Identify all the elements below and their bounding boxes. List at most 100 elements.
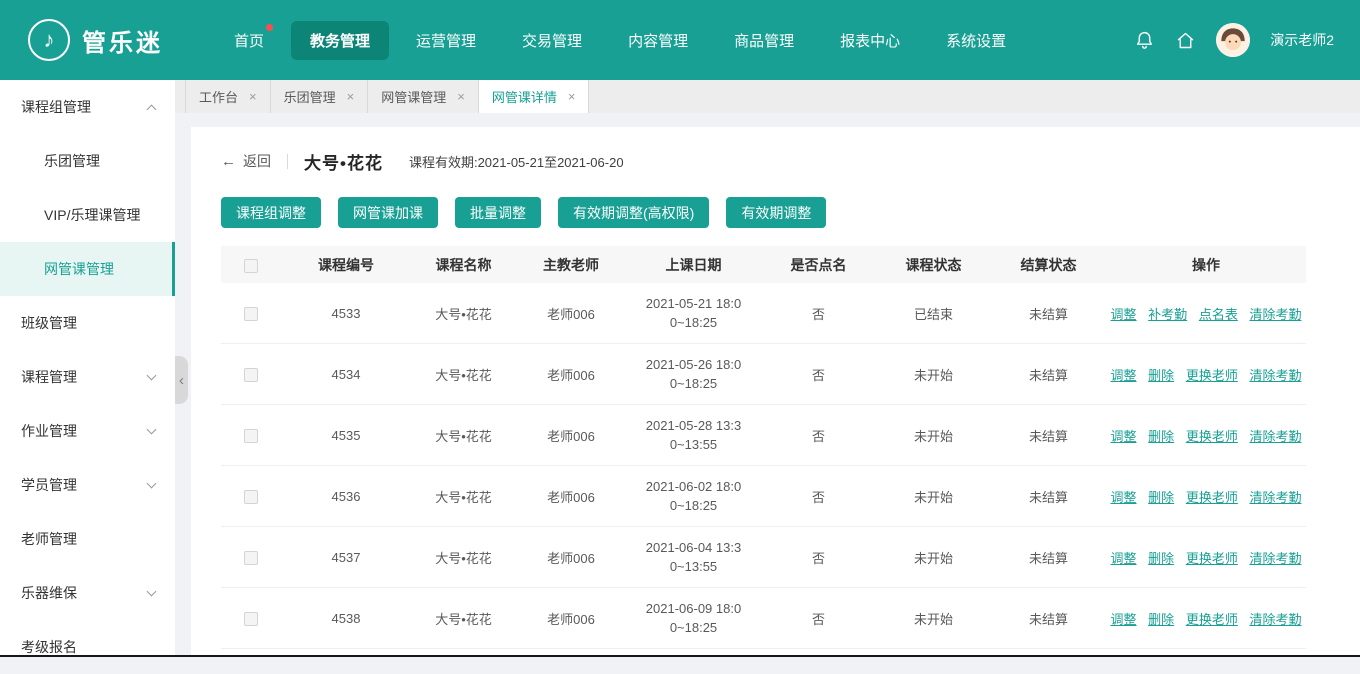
delete-link[interactable]: 删除 xyxy=(1148,368,1174,383)
cell-course-id: 4537 xyxy=(281,550,411,565)
date-line: 0~18:25 xyxy=(626,374,761,393)
avatar[interactable] xyxy=(1216,23,1250,57)
sidebar-item-label: 作业管理 xyxy=(21,421,77,441)
cell-date: 2021-05-26 18:0 0~18:25 xyxy=(626,355,761,393)
nav-item-home[interactable]: 首页 xyxy=(215,21,283,60)
tab-online-class-detail[interactable]: 网管课详情 xyxy=(479,80,590,113)
close-icon[interactable] xyxy=(347,90,355,103)
cell-teacher: 老师006 xyxy=(516,365,626,384)
tab-label: 工作台 xyxy=(199,87,238,106)
delete-link[interactable]: 删除 xyxy=(1148,612,1174,627)
sidebar-item-student-mgmt[interactable]: 学员管理 xyxy=(0,458,175,512)
back-label: 返回 xyxy=(243,151,271,171)
date-line: 2021-05-28 13:3 xyxy=(626,416,761,435)
sidebar-collapse-handle[interactable] xyxy=(175,356,188,404)
row-checkbox[interactable] xyxy=(244,429,258,443)
sidebar-item-orchestra-mgmt[interactable]: 乐团管理 xyxy=(0,134,175,188)
row-checkbox[interactable] xyxy=(244,612,258,626)
sidebar-item-online-class-mgmt[interactable]: 网管课管理 xyxy=(0,242,175,296)
nav-item-label: 运营管理 xyxy=(416,33,476,50)
toolbar: 课程组调整 网管课加课 批量调整 有效期调整(高权限) 有效期调整 xyxy=(221,197,1306,228)
row-checkbox[interactable] xyxy=(244,368,258,382)
nav-item-academic-admin[interactable]: 教务管理 xyxy=(291,21,389,60)
nav-item-products[interactable]: 商品管理 xyxy=(715,21,813,60)
column-header-status: 课程状态 xyxy=(876,255,991,275)
sidebar-item-label: 班级管理 xyxy=(21,313,77,333)
sidebar-item-label: 网管课管理 xyxy=(44,259,114,279)
change-teacher-link[interactable]: 更换老师 xyxy=(1186,490,1238,505)
sidebar-item-instrument-maintenance[interactable]: 乐器维保 xyxy=(0,566,175,620)
delete-link[interactable]: 删除 xyxy=(1148,429,1174,444)
back-button[interactable]: 返回 xyxy=(221,151,271,171)
sidebar-item-grade-exam[interactable]: 考级报名 xyxy=(0,620,175,674)
close-icon[interactable] xyxy=(568,90,576,103)
change-teacher-link[interactable]: 更换老师 xyxy=(1186,612,1238,627)
nav-item-reports[interactable]: 报表中心 xyxy=(821,21,919,60)
adjust-link[interactable]: 调整 xyxy=(1111,307,1137,322)
makeup-attendance-link[interactable]: 补考勤 xyxy=(1148,307,1187,322)
nav-item-content[interactable]: 内容管理 xyxy=(609,21,707,60)
row-checkbox[interactable] xyxy=(244,551,258,565)
batch-adjust-button[interactable]: 批量调整 xyxy=(455,197,541,228)
column-header-settlement: 结算状态 xyxy=(991,255,1106,275)
nav-item-settings[interactable]: 系统设置 xyxy=(927,21,1025,60)
back-arrow-icon xyxy=(221,153,236,170)
sidebar-item-class-mgmt[interactable]: 班级管理 xyxy=(0,296,175,350)
nav-item-label: 系统设置 xyxy=(946,33,1006,50)
chevron-down-icon xyxy=(147,370,157,380)
delete-link[interactable]: 删除 xyxy=(1148,551,1174,566)
cell-settlement: 未结算 xyxy=(991,426,1106,445)
clear-attendance-link[interactable]: 清除考勤 xyxy=(1249,551,1301,566)
tab-label: 乐团管理 xyxy=(284,87,336,106)
sidebar-item-vip-theory-class[interactable]: VIP/乐理课管理 xyxy=(0,188,175,242)
close-icon[interactable] xyxy=(249,90,257,103)
row-checkbox[interactable] xyxy=(244,307,258,321)
date-line: 0~18:25 xyxy=(626,496,761,515)
home-icon[interactable] xyxy=(1175,30,1196,51)
cell-teacher: 老师006 xyxy=(516,487,626,506)
clear-attendance-link[interactable]: 清除考勤 xyxy=(1249,490,1301,505)
clear-attendance-link[interactable]: 清除考勤 xyxy=(1249,612,1301,627)
close-icon[interactable] xyxy=(457,90,465,103)
tab-online-class-mgmt[interactable]: 网管课管理 xyxy=(368,80,479,113)
sidebar-item-label: 乐团管理 xyxy=(44,151,100,171)
main-area: 工作台 乐团管理 网管课管理 网管课详情 返回 xyxy=(175,80,1360,657)
adjust-link[interactable]: 调整 xyxy=(1111,368,1137,383)
nav-item-transactions[interactable]: 交易管理 xyxy=(503,21,601,60)
sidebar-item-course-group-mgmt[interactable]: 课程组管理 xyxy=(0,80,175,134)
course-group-adjust-button[interactable]: 课程组调整 xyxy=(221,197,321,228)
brand-logo-icon xyxy=(28,19,70,61)
cell-date: 2021-05-28 13:3 0~13:55 xyxy=(626,416,761,454)
adjust-link[interactable]: 调整 xyxy=(1111,612,1137,627)
column-header-teacher: 主教老师 xyxy=(516,255,626,275)
cell-date: 2021-06-02 18:0 0~18:25 xyxy=(626,477,761,515)
nav-item-operations[interactable]: 运营管理 xyxy=(397,21,495,60)
brand[interactable]: 管乐迷 xyxy=(28,19,163,61)
tab-workbench[interactable]: 工作台 xyxy=(185,80,271,113)
validity-adjust-button[interactable]: 有效期调整 xyxy=(726,197,826,228)
change-teacher-link[interactable]: 更换老师 xyxy=(1186,368,1238,383)
validity-adjust-privileged-button[interactable]: 有效期调整(高权限) xyxy=(558,197,709,228)
clear-attendance-link[interactable]: 清除考勤 xyxy=(1249,368,1301,383)
add-online-class-button[interactable]: 网管课加课 xyxy=(338,197,438,228)
delete-link[interactable]: 删除 xyxy=(1148,490,1174,505)
rollcall-sheet-link[interactable]: 点名表 xyxy=(1199,307,1238,322)
tab-orchestra-mgmt[interactable]: 乐团管理 xyxy=(271,80,369,113)
nav-item-label: 交易管理 xyxy=(522,33,582,50)
chevron-down-icon xyxy=(147,586,157,596)
sidebar-item-course-mgmt[interactable]: 课程管理 xyxy=(0,350,175,404)
change-teacher-link[interactable]: 更换老师 xyxy=(1186,551,1238,566)
clear-attendance-link[interactable]: 清除考勤 xyxy=(1249,429,1301,444)
clear-attendance-link[interactable]: 清除考勤 xyxy=(1249,307,1301,322)
bell-icon[interactable] xyxy=(1134,30,1155,51)
sidebar-item-homework-mgmt[interactable]: 作业管理 xyxy=(0,404,175,458)
row-checkbox[interactable] xyxy=(244,490,258,504)
change-teacher-link[interactable]: 更换老师 xyxy=(1186,429,1238,444)
sidebar-item-teacher-mgmt[interactable]: 老师管理 xyxy=(0,512,175,566)
select-all-checkbox[interactable] xyxy=(244,259,258,273)
adjust-link[interactable]: 调整 xyxy=(1111,551,1137,566)
cell-teacher: 老师006 xyxy=(516,548,626,567)
adjust-link[interactable]: 调整 xyxy=(1111,490,1137,505)
adjust-link[interactable]: 调整 xyxy=(1111,429,1137,444)
user-name[interactable]: 演示老师2 xyxy=(1270,30,1334,50)
